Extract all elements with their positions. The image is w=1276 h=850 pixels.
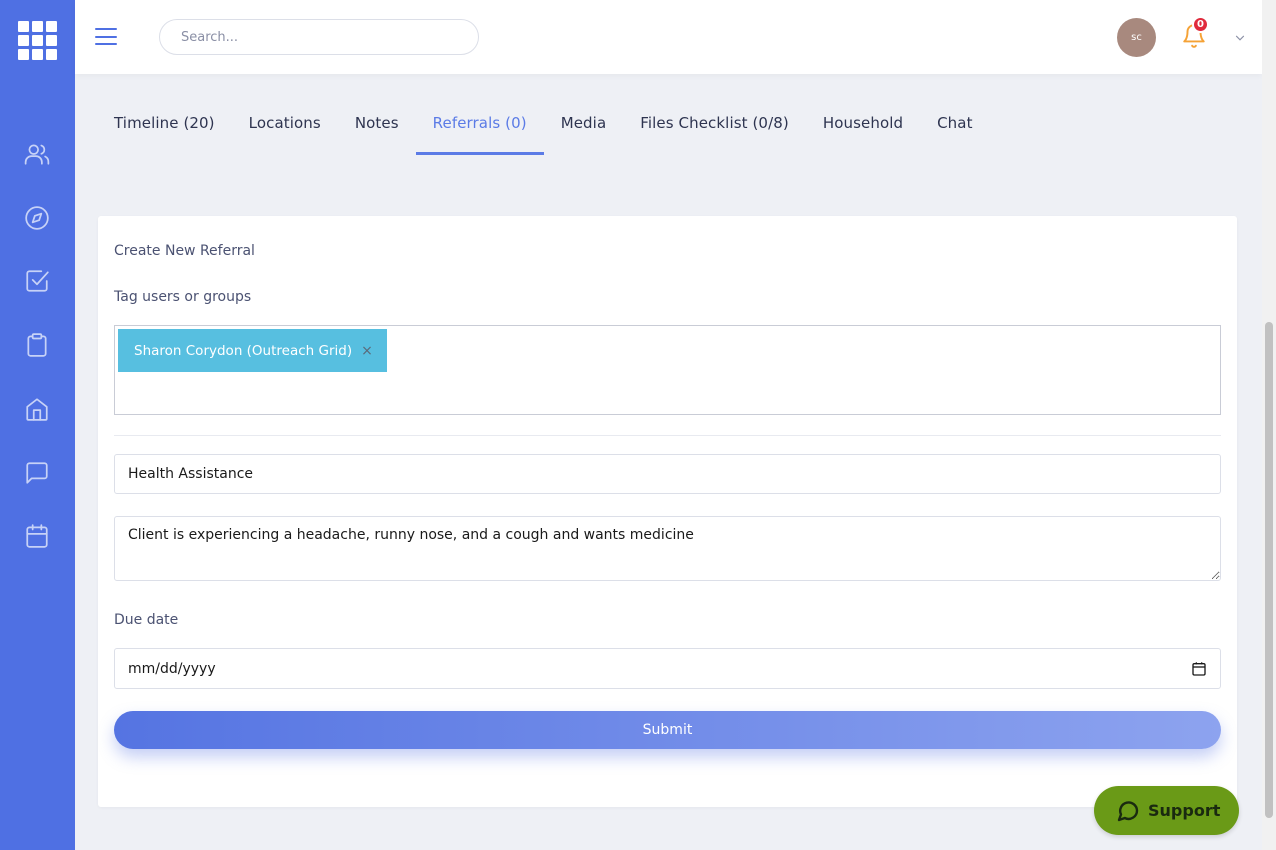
due-date-field[interactable]: mm/dd/yyyy <box>114 648 1221 689</box>
tab-bar: Timeline (20) Locations Notes Referrals … <box>97 100 990 156</box>
divider <box>114 435 1221 436</box>
tab-notes[interactable]: Notes <box>338 100 416 155</box>
form-title: Create New Referral <box>114 243 255 259</box>
tab-referrals[interactable]: Referrals (0) <box>415 100 544 155</box>
tab-chat[interactable]: Chat <box>920 100 989 155</box>
due-date-label: Due date <box>114 612 179 628</box>
tab-files-checklist[interactable]: Files Checklist (0/8) <box>623 100 806 155</box>
chevron-down-icon[interactable] <box>1233 30 1247 44</box>
tab-media[interactable]: Media <box>544 100 624 155</box>
calendar-icon[interactable] <box>24 523 50 549</box>
compass-icon[interactable] <box>24 205 50 231</box>
hamburger-menu-icon[interactable] <box>95 28 117 45</box>
tagged-user-chip: Sharon Corydon (Outreach Grid) × <box>118 329 387 372</box>
remove-tag-icon[interactable]: × <box>361 343 373 359</box>
due-date-placeholder: mm/dd/yyyy <box>128 660 216 677</box>
chat-bubble-icon[interactable] <box>24 460 50 486</box>
page-scrollbar[interactable] <box>1262 0 1276 850</box>
support-label: Support <box>1148 801 1221 820</box>
support-button[interactable]: Support <box>1094 786 1239 835</box>
tag-users-input[interactable]: Sharon Corydon (Outreach Grid) × <box>114 325 1221 415</box>
checkbox-icon[interactable] <box>24 268 50 294</box>
home-icon[interactable] <box>24 396 50 422</box>
calendar-picker-icon[interactable] <box>1191 661 1207 677</box>
apps-grid-icon[interactable] <box>18 21 57 60</box>
top-bar: sc 0 <box>75 0 1262 74</box>
avatar[interactable]: sc <box>1117 18 1156 57</box>
referral-description-field[interactable]: Client is experiencing a headache, runny… <box>114 516 1221 581</box>
chat-bubble-icon <box>1117 800 1139 821</box>
submit-button[interactable]: Submit <box>114 711 1221 749</box>
scrollbar-thumb[interactable] <box>1265 322 1273 818</box>
referral-subject-field[interactable] <box>114 454 1221 494</box>
search-input[interactable] <box>159 19 479 55</box>
clipboard-icon[interactable] <box>24 332 50 358</box>
tab-household[interactable]: Household <box>806 100 920 155</box>
notification-badge: 0 <box>1192 16 1209 33</box>
chip-label: Sharon Corydon (Outreach Grid) <box>134 342 353 359</box>
tab-timeline[interactable]: Timeline (20) <box>97 100 232 155</box>
tab-locations[interactable]: Locations <box>232 100 338 155</box>
left-rail <box>0 0 75 850</box>
tag-users-label: Tag users or groups <box>114 289 252 305</box>
referral-form-card: Create New Referral Tag users or groups … <box>98 216 1237 807</box>
users-icon[interactable] <box>24 141 50 167</box>
